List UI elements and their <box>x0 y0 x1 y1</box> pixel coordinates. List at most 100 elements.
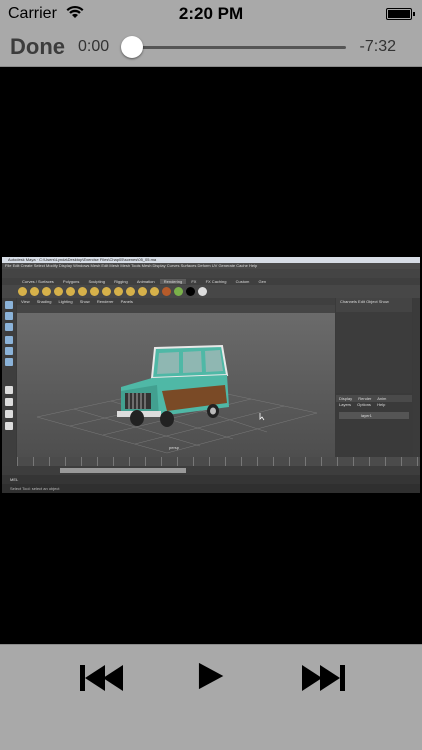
shelf-light-icon <box>162 287 171 296</box>
viewport-menu-item: Shading <box>36 299 52 304</box>
scrubber-track[interactable] <box>130 46 346 49</box>
maya-shelf-tab: Curves / Surfaces <box>22 279 54 284</box>
viewport-toolbar <box>17 305 335 313</box>
maya-status-line <box>2 269 420 278</box>
scrubber-thumb[interactable] <box>121 36 143 58</box>
help-line: Select Tool: select an object <box>2 484 420 493</box>
maya-menu-item: Edit <box>12 263 20 268</box>
scale-tool-icon <box>5 358 13 366</box>
paint-tool-icon <box>5 323 13 331</box>
shelf-light-icon <box>150 287 159 296</box>
skip-back-icon[interactable] <box>78 663 148 693</box>
rotate-tool-icon <box>5 347 13 355</box>
maya-menu-item: Mesh Display <box>141 263 166 268</box>
maya-shelf-tab: Sculpting <box>88 279 105 284</box>
shelf-light-icon <box>174 287 183 296</box>
channel-box: Channels Edit Object Show <box>336 298 412 393</box>
layer-tab: Anim <box>377 396 387 401</box>
select-tool-icon <box>5 301 13 309</box>
layer-menu-item: Help <box>377 402 386 407</box>
maya-menu-item: Mesh <box>90 263 101 268</box>
shelf-light-icon <box>186 287 195 296</box>
shelf-light-icon <box>54 287 63 296</box>
player-top-bar: Done 0:00 -7:32 <box>0 28 422 67</box>
shelf-light-icon <box>138 287 147 296</box>
maya-viewport: persp <box>17 313 335 457</box>
maya-menu-item: UV <box>211 263 218 268</box>
move-tool-icon <box>5 336 13 344</box>
time-slider <box>17 457 420 466</box>
channel-box-tab: Object <box>366 299 378 304</box>
shelf-light-icon <box>102 287 111 296</box>
maya-toolbox <box>2 298 16 478</box>
maya-menu-item: File <box>5 263 12 268</box>
maya-menu-item: Deform <box>197 263 211 268</box>
maya-menu-item: Cache <box>236 263 248 268</box>
shelf-light-icon <box>90 287 99 296</box>
viewport-scene <box>36 344 318 454</box>
viewport-menu-item: Panels <box>120 299 133 304</box>
maya-shelf <box>2 285 420 298</box>
playback-bar <box>0 644 422 750</box>
range-slider <box>2 466 420 475</box>
viewport-menu-item: Lighting <box>58 299 73 304</box>
layout-single-icon <box>5 386 13 394</box>
done-button[interactable]: Done <box>10 34 65 60</box>
channel-box-tab: Edit <box>358 299 365 304</box>
layout-four-icon <box>5 398 13 406</box>
layer-editor: Display Render Anim Layers Options Help … <box>336 395 412 457</box>
maya-menu-item: Help <box>248 263 258 268</box>
maya-menu-item: Mesh Tools <box>120 263 141 268</box>
maya-menu-item: Select <box>33 263 45 268</box>
channel-box-tabs: Channels Edit Object Show <box>336 298 412 312</box>
viewport-menu: View Shading Lighting Show Renderer Pane… <box>17 298 335 305</box>
shelf-light-icon <box>198 287 207 296</box>
maya-menu-item: Create <box>20 263 33 268</box>
viewport-menu-item: Show <box>79 299 90 304</box>
mouse-cursor-icon <box>259 413 265 421</box>
camera-label: persp <box>169 445 180 450</box>
layer-tab: Display <box>339 396 353 401</box>
layer-tab: Render <box>358 396 372 401</box>
layer-menu-item: Options <box>357 402 371 407</box>
maya-shelf-tab: Rendering <box>159 279 187 284</box>
command-line: MEL <box>2 475 420 484</box>
shelf-icons <box>18 287 207 296</box>
status-bar: Carrier 2:20 PM <box>0 0 422 28</box>
layer-menu-item: Layers <box>339 402 352 407</box>
layout-outliner-icon <box>5 422 13 430</box>
skip-forward-icon[interactable] <box>298 663 368 693</box>
layer-tabs: Display Render Anim <box>336 395 412 402</box>
play-icon[interactable] <box>178 661 248 691</box>
viewport-menu-item: View <box>21 299 30 304</box>
car-model <box>117 344 229 427</box>
maya-shelf-tab: Custom <box>235 279 250 284</box>
remaining-time: -7:32 <box>359 38 396 55</box>
shelf-light-icon <box>114 287 123 296</box>
viewport-menu-item: Renderer <box>96 299 114 304</box>
shelf-light-icon <box>42 287 51 296</box>
range-bar <box>60 468 186 473</box>
maya-menu-item: Edit Mesh <box>101 263 120 268</box>
maya-shelf-tab: FX Caching <box>205 279 227 284</box>
layer-menu: Layers Options Help <box>336 402 412 408</box>
shelf-light-icon <box>30 287 39 296</box>
attribute-side-tab <box>413 298 420 458</box>
maya-shelf-tabs: Curves / Surfaces Polygons Sculpting Rig… <box>2 278 420 285</box>
shelf-light-icon <box>66 287 75 296</box>
video-frame[interactable]: Autodesk Maya · C:\Users\Lynda\Desktop\E… <box>2 257 420 493</box>
battery-icon <box>386 8 415 20</box>
status-clock: 2:20 PM <box>178 4 244 23</box>
shelf-light-icon <box>18 287 27 296</box>
maya-menu-item: Surfaces <box>180 263 197 268</box>
shelf-light-icon <box>78 287 87 296</box>
maya-menu-item: Display <box>58 263 73 268</box>
maya-shelf-tab: Gen <box>258 279 267 284</box>
layout-two-icon <box>5 410 13 418</box>
layer-row: layer1 <box>339 412 409 419</box>
maya-menu-item: Generate <box>218 263 236 268</box>
maya-shelf-tab: Polygons <box>62 279 80 284</box>
maya-shelf-tab: FX <box>191 279 197 284</box>
channel-box-tab: Show <box>378 299 389 304</box>
elapsed-time: 0:00 <box>78 38 110 55</box>
